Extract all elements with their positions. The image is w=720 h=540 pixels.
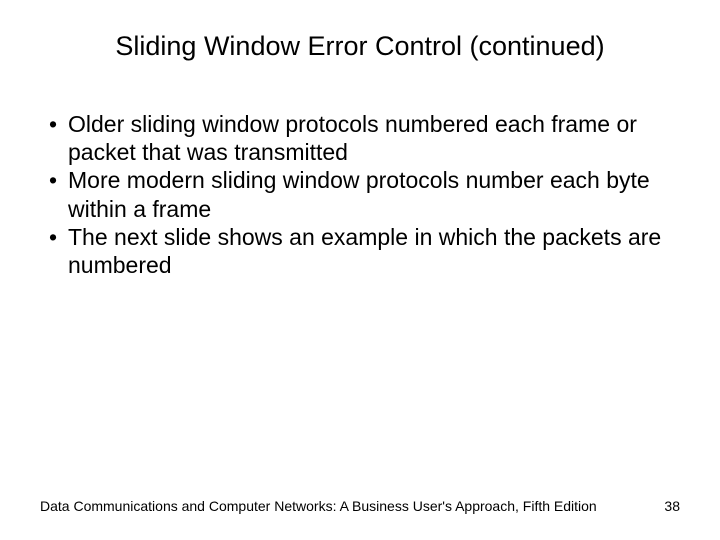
bullet-item: The next slide shows an example in which… (40, 223, 680, 279)
bullet-list: Older sliding window protocols numbered … (40, 110, 680, 278)
bullet-item: Older sliding window protocols numbered … (40, 110, 680, 166)
footer-source: Data Communications and Computer Network… (40, 498, 597, 514)
slide-footer: Data Communications and Computer Network… (40, 498, 680, 514)
slide-title: Sliding Window Error Control (continued) (40, 30, 680, 62)
slide: Sliding Window Error Control (continued)… (0, 0, 720, 540)
bullet-item: More modern sliding window protocols num… (40, 166, 680, 222)
page-number: 38 (664, 498, 680, 514)
